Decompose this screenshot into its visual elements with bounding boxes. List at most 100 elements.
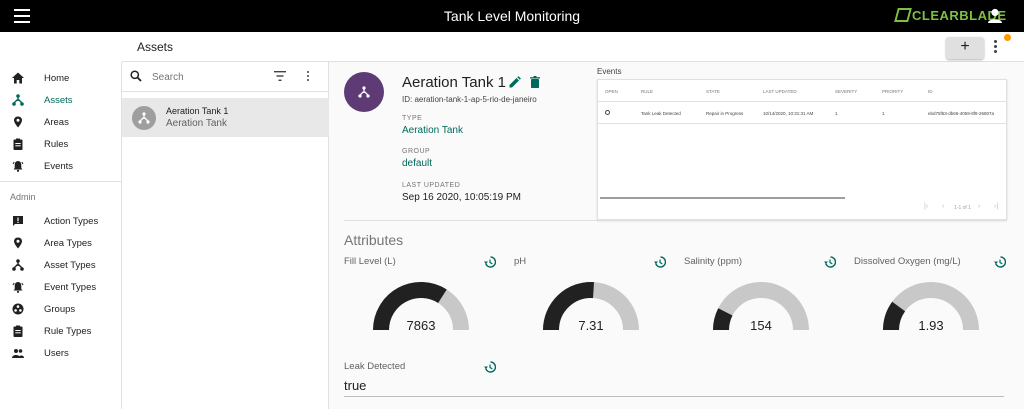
feedback-icon xyxy=(13,216,23,226)
app-bar: Tank Level Monitoring CLEARBLADE xyxy=(0,0,1024,32)
page-title: Assets xyxy=(137,40,174,54)
column-header: STATE xyxy=(706,89,720,94)
table-row[interactable]: Tank Leak Detected Repair in Progress 10… xyxy=(598,102,1006,124)
sidebar-item-area-types[interactable]: Area Types xyxy=(0,232,121,254)
asset-list-pane: Aeration Tank 1 Aeration Tank xyxy=(122,62,329,409)
last-updated-value: Sep 16 2020, 10:05:19 PM xyxy=(402,192,521,203)
leak-detected-label: Leak Detected xyxy=(344,361,406,372)
page-header: Assets + xyxy=(122,32,1024,62)
sidebar-item-groups[interactable]: Groups xyxy=(0,298,121,320)
priority-cell: 1 xyxy=(882,111,885,116)
column-header: ID xyxy=(928,89,933,94)
asset-title: Aeration Tank 1 xyxy=(402,74,506,91)
search-icon xyxy=(130,70,142,82)
attributes-title: Attributes xyxy=(344,232,404,248)
first-page-icon[interactable]: |‹ xyxy=(924,203,928,210)
id-cell: ebd75f53-db66-4059-8f8-26807a xyxy=(928,111,995,116)
gauge-value: 154 xyxy=(750,318,772,333)
gauge-label: Salinity (ppm) xyxy=(684,256,743,267)
edit-icon[interactable] xyxy=(509,76,521,88)
severity-cell: 1 xyxy=(835,111,838,116)
asset-id: ID: aeration-tank-1-ap-5-rio-de-janeiro xyxy=(402,95,537,104)
groups-icon xyxy=(12,303,24,315)
gauge-label: Fill Level (L) xyxy=(344,256,396,267)
add-asset-button[interactable]: + xyxy=(946,37,984,59)
open-event-radio[interactable] xyxy=(605,110,610,115)
sidebar-item-home[interactable]: Home xyxy=(0,67,121,89)
last-updated-cell: 10/14/2020, 10:31:31 AM xyxy=(763,111,814,116)
asset-icon xyxy=(138,112,150,124)
gauge-label: pH xyxy=(514,256,527,267)
leak-detected-value: true xyxy=(344,378,367,393)
sidebar: Home Assets Areas Rules Events Admin Act… xyxy=(0,62,122,409)
delete-icon[interactable] xyxy=(530,76,540,88)
more-options-icon[interactable] xyxy=(994,40,998,55)
gauge-label: Dissolved Oxygen (mg/L) xyxy=(854,256,961,267)
section-divider xyxy=(344,220,1004,221)
sidebar-item-events[interactable]: Events xyxy=(0,155,121,177)
app-title: Tank Level Monitoring xyxy=(443,8,581,24)
asset-icon xyxy=(12,259,24,271)
history-icon[interactable] xyxy=(824,256,836,268)
last-updated-label: LAST UPDATED xyxy=(402,182,461,189)
asset-avatar xyxy=(132,106,156,130)
sidebar-item-users[interactable]: Users xyxy=(0,342,121,364)
sidebar-divider xyxy=(0,181,121,182)
type-link[interactable]: Aeration Tank xyxy=(402,125,463,136)
sidebar-item-areas[interactable]: Areas xyxy=(0,111,121,133)
events-title: Events xyxy=(597,67,622,76)
leak-underline xyxy=(344,396,1004,397)
asset-icon xyxy=(12,94,24,106)
filter-icon[interactable] xyxy=(274,71,286,81)
table-header: OPEN RULE STATE LAST UPDATED SEVERITY PR… xyxy=(598,80,1006,102)
search-bar xyxy=(122,62,328,92)
sidebar-item-rule-types[interactable]: Rule Types xyxy=(0,320,121,342)
sidebar-item-assets[interactable]: Assets xyxy=(0,89,121,111)
history-icon[interactable] xyxy=(484,361,496,373)
column-header: PRIORITY xyxy=(882,89,904,94)
group-link[interactable]: default xyxy=(402,158,432,169)
asset-list-name: Aeration Tank 1 xyxy=(166,106,229,116)
asset-avatar xyxy=(344,72,384,112)
search-input[interactable] xyxy=(152,68,262,86)
place-icon xyxy=(14,116,22,128)
type-label: TYPE xyxy=(402,115,423,122)
state-cell: Repair in Progress xyxy=(706,111,744,116)
history-icon[interactable] xyxy=(484,256,496,268)
sidebar-item-asset-types[interactable]: Asset Types xyxy=(0,254,121,276)
clipboard-icon xyxy=(13,138,23,150)
bell-icon xyxy=(12,282,24,293)
column-header: SEVERITY xyxy=(835,89,858,94)
rule-cell: Tank Leak Detected xyxy=(641,111,681,116)
gauge-value: 7863 xyxy=(406,318,436,333)
prev-page-icon[interactable]: ‹ xyxy=(942,203,944,210)
gauge-value: 1.93 xyxy=(918,318,944,333)
column-header: OPEN xyxy=(605,89,618,94)
last-page-icon[interactable]: ›| xyxy=(994,203,998,210)
admin-heading: Admin xyxy=(10,192,36,202)
sidebar-item-event-types[interactable]: Event Types xyxy=(0,276,121,298)
home-icon xyxy=(12,72,24,84)
asset-list-type: Aeration Tank xyxy=(166,118,227,129)
asset-icon xyxy=(358,86,370,98)
history-icon[interactable] xyxy=(654,256,666,268)
list-options-icon[interactable] xyxy=(307,71,311,83)
horizontal-scrollbar[interactable] xyxy=(600,197,845,199)
column-header: LAST UPDATED xyxy=(763,89,797,94)
notification-badge xyxy=(1004,34,1011,41)
next-page-icon[interactable]: › xyxy=(978,203,980,210)
list-item[interactable]: Aeration Tank 1 Aeration Tank xyxy=(122,98,329,137)
events-table: OPEN RULE STATE LAST UPDATED SEVERITY PR… xyxy=(597,79,1007,220)
place-icon xyxy=(14,237,22,249)
group-label: GROUP xyxy=(402,148,431,155)
column-header: RULE xyxy=(641,89,654,94)
history-icon[interactable] xyxy=(994,256,1006,268)
people-icon xyxy=(12,349,24,358)
account-icon[interactable] xyxy=(988,8,1002,24)
asset-detail-pane: Aeration Tank 1 ID: aeration-tank-1-ap-5… xyxy=(329,62,1024,409)
sidebar-item-rules[interactable]: Rules xyxy=(0,133,121,155)
sidebar-item-action-types[interactable]: Action Types xyxy=(0,210,121,232)
gauge-value: 7.31 xyxy=(578,318,604,333)
clipboard-icon xyxy=(13,325,23,337)
bell-icon xyxy=(12,161,24,172)
